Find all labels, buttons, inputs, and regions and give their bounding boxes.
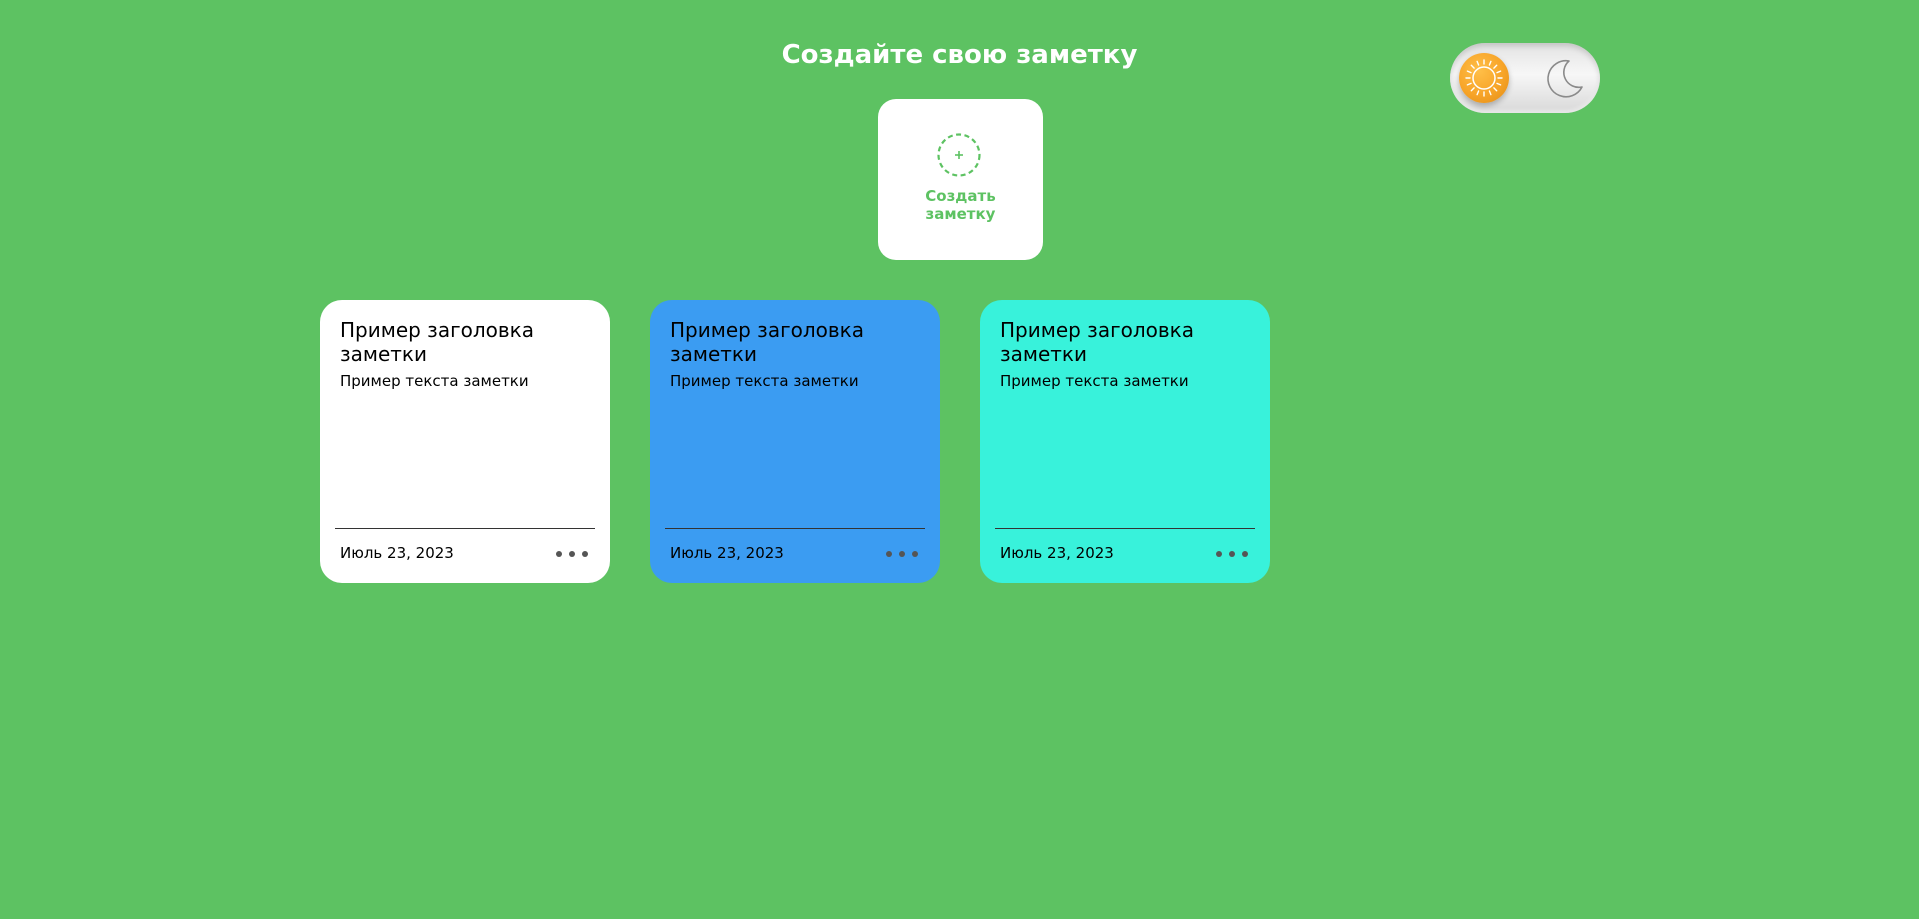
note-date: Июль 23, 2023: [340, 544, 454, 562]
plus-circle-icon: [937, 133, 981, 177]
note-card[interactable]: Пример заголовка заметки Пример текста з…: [650, 300, 940, 583]
note-text: Пример текста заметки: [670, 372, 859, 390]
dot: [1216, 551, 1222, 557]
note-title: Пример заголовка заметки: [1000, 318, 1194, 366]
moon-icon-wrap[interactable]: [1542, 57, 1586, 101]
create-note-label: Создать заметку: [878, 187, 1043, 223]
more-dots-icon[interactable]: [554, 543, 590, 563]
dot: [886, 551, 892, 557]
moon-icon: [1547, 59, 1583, 98]
note-divider: [665, 528, 925, 529]
note-text: Пример текста заметки: [340, 372, 529, 390]
page-title: Создайте свою заметку: [781, 40, 1138, 70]
toggle-knob[interactable]: [1459, 53, 1509, 103]
note-title: Пример заголовка заметки: [340, 318, 534, 366]
create-note-icon-wrap: [937, 133, 981, 177]
dot: [912, 551, 918, 557]
dot: [569, 551, 575, 557]
note-text: Пример текста заметки: [1000, 372, 1189, 390]
create-note-button[interactable]: Создать заметку: [878, 99, 1043, 260]
sun-icon: [1465, 59, 1503, 97]
note-divider: [335, 528, 595, 529]
note-title: Пример заголовка заметки: [670, 318, 864, 366]
note-card[interactable]: Пример заголовка заметки Пример текста з…: [980, 300, 1270, 583]
more-dots-icon[interactable]: [884, 543, 920, 563]
note-date: Июль 23, 2023: [670, 544, 784, 562]
theme-toggle[interactable]: [1450, 43, 1600, 113]
more-dots-icon[interactable]: [1214, 543, 1250, 563]
dot: [899, 551, 905, 557]
create-note-label-line1: Создать: [925, 187, 996, 205]
create-note-label-line2: заметку: [925, 205, 996, 223]
note-divider: [995, 528, 1255, 529]
note-date: Июль 23, 2023: [1000, 544, 1114, 562]
dot: [1229, 551, 1235, 557]
dot: [582, 551, 588, 557]
note-card[interactable]: Пример заголовка заметки Пример текста з…: [320, 300, 610, 583]
dot: [1242, 551, 1248, 557]
dot: [556, 551, 562, 557]
